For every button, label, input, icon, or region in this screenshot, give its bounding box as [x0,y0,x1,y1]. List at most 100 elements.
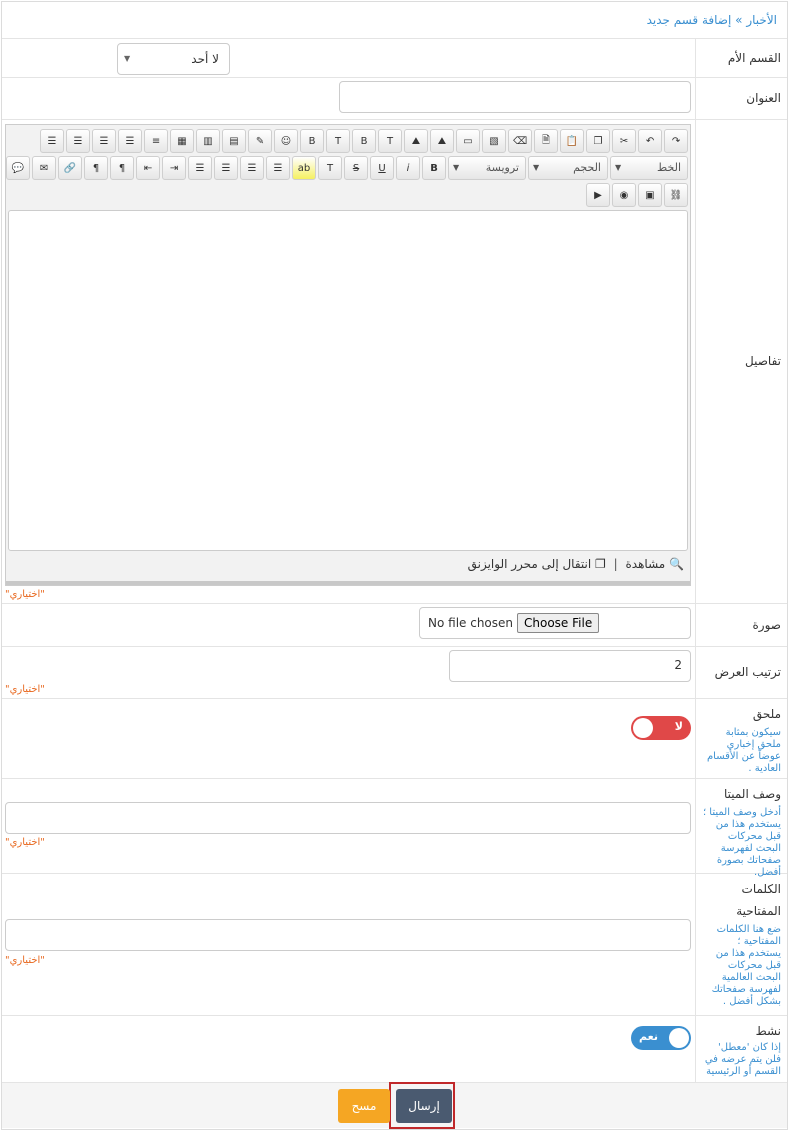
keywords-input[interactable] [5,919,691,951]
meta-optional-text: "اختياري" [5,837,45,848]
gallery-icon[interactable]: ▣ [638,183,662,207]
link-icon[interactable]: 🔗 [58,156,82,180]
title-label: العنوان [746,91,781,105]
ordered-list-icon[interactable]: ≡ [144,129,168,153]
footer-separator: | [613,557,618,571]
clear-button[interactable]: مسح [338,1089,390,1123]
text-down-icon[interactable]: T [326,129,350,153]
email-icon[interactable]: ✉ [32,156,56,180]
highlight-icon[interactable]: ab [292,156,316,180]
order-optional-text: "اختياري" [5,684,45,695]
insert-text-icon[interactable]: T [378,129,402,153]
keywords-optional-text: "اختياري" [5,955,45,966]
chevron-down-icon: ▼ [453,163,460,172]
preview-link[interactable]: مشاهدة [626,557,666,571]
size-select-label: الحجم [573,161,601,174]
unordered-list-icon[interactable]: ☰ [118,129,142,153]
editor-resize-bar[interactable] [6,581,690,585]
number-list-icon[interactable]: ☰ [66,129,90,153]
insert-image-icon[interactable]: ⛰ [404,129,428,153]
display-order-label: ترتيب العرض [714,665,781,679]
image-label: صورة [752,618,781,632]
submit-button[interactable]: إرسال [396,1089,452,1123]
redo-icon[interactable]: ↷ [664,129,688,153]
title-input[interactable] [339,81,691,113]
video-icon[interactable]: ▶ [586,183,610,207]
keywords-label-2: المفتاحية [736,904,781,918]
editor-text-area[interactable] [8,210,688,551]
paste-text-icon[interactable]: 🗎 [534,129,558,153]
parent-section-select[interactable]: لا أحد ▼ [117,43,230,75]
details-label: تفاصيل [745,354,781,368]
attached-toggle[interactable]: لا [631,716,691,740]
active-toggle[interactable]: نعم [631,1026,691,1050]
wysiwyg-link[interactable]: انتقال إلى محرر الوايزنق [468,557,592,571]
breadcrumb-parent-link[interactable]: الأخبار [746,13,777,27]
align-right-icon[interactable]: ☰ [266,156,290,180]
attached-toggle-text: لا [674,720,683,733]
italic-icon[interactable]: i [396,156,420,180]
indent-icon[interactable]: ⇥ [162,156,186,180]
bullet-list-icon[interactable]: ☰ [92,129,116,153]
image-file-input[interactable]: No file chosen Choose File [419,607,691,639]
outdent-icon[interactable]: ⇤ [136,156,160,180]
editor-toolbar-row-3: ⛓ ▣ ◉ ▶ [586,183,688,207]
align-justify-icon[interactable]: ☰ [188,156,212,180]
parent-section-value: لا أحد [191,52,219,66]
camera-icon[interactable]: ◉ [612,183,636,207]
add-section-form: الأخبار » إضافة قسم جديد القسم الأم لا أ… [1,1,788,1130]
submit-button-label: إرسال [408,1099,440,1113]
meta-description-input[interactable] [5,802,691,834]
heading-select-label: ترويسة [485,161,519,174]
font-select[interactable]: الخط ▼ [610,156,688,180]
spellcheck-icon[interactable]: ✎ [248,129,272,153]
search-icon: 🔍 [669,557,684,571]
form-actions: إرسال مسح [2,1082,787,1129]
image-row: صورة No file chosen Choose File [2,604,787,647]
toggle-knob [669,1028,689,1048]
details-optional-note: "اختياري" [5,589,45,600]
bold-icon[interactable]: B [422,156,446,180]
rtl-icon[interactable]: ¶ [84,156,108,180]
underline-icon[interactable]: U [370,156,394,180]
choose-file-button[interactable]: Choose File [517,613,600,633]
ltr-icon[interactable]: ¶ [110,156,134,180]
size-select[interactable]: الحجم ▼ [528,156,608,180]
image-icon[interactable]: ▧ [482,129,506,153]
undo-icon[interactable]: ↶ [638,129,662,153]
cut-icon[interactable]: ✂ [612,129,636,153]
paste-icon[interactable]: 📋 [560,129,584,153]
editor-toolbar-row-2: الخط ▼ الحجم ▼ ترويسة ▼ B i U S T ab ☰ ☰… [6,156,688,180]
heading-select[interactable]: ترويسة ▼ [448,156,526,180]
parent-section-row: القسم الأم لا أحد ▼ [2,39,787,78]
meta-optional-note: "اختياري" [5,837,687,848]
strikethrough-icon[interactable]: S [344,156,368,180]
frame-icon[interactable]: ▭ [456,129,480,153]
display-order-input[interactable]: 2 [449,650,691,682]
code-icon[interactable]: ▤ [222,129,246,153]
alpha-list-icon[interactable]: ☰ [40,129,64,153]
php-icon[interactable]: ▥ [196,129,220,153]
editor-toolbar-row-1: ↷ ↶ ✂ ❐ 📋 🗎 ⌫ ▧ ▭ ⛰ ⛰ T B T B ☺ ✎ ▤ ▥ ▦ … [40,129,688,153]
align-left-icon[interactable]: ☰ [214,156,238,180]
unlink-icon[interactable]: ⛓ [664,183,688,207]
chevron-down-icon: ▼ [124,54,131,63]
copy-icon[interactable]: ❐ [586,129,610,153]
meta-description-help: أدخل وصف الميتا ؛ يستخدم هذا من قبل محرك… [702,807,781,878]
order-optional-note: "اختياري" [5,684,247,695]
comment-icon[interactable]: 💬 [6,156,30,180]
clear-button-label: مسح [351,1099,377,1113]
keywords-help: ضع هنا الكلمات المفتاحية ؛ يستخدم هذا من… [711,924,781,1007]
bbcode-down-icon[interactable]: B [300,129,324,153]
text-color-icon[interactable]: T [318,156,342,180]
eraser-icon[interactable]: ⌫ [508,129,532,153]
align-center-icon[interactable]: ☰ [240,156,264,180]
title-row: العنوان [2,78,787,120]
insert-bbcode-icon[interactable]: B [352,129,376,153]
picture-icon[interactable]: ⛰ [430,129,454,153]
details-row: تفاصيل ↷ ↶ ✂ ❐ 📋 🗎 ⌫ ▧ ▭ ⛰ ⛰ T B T B ☺ ✎… [2,120,787,604]
emoji-icon[interactable]: ☺ [274,129,298,153]
attached-label: ملحق [752,707,781,721]
html-icon[interactable]: ▦ [170,129,194,153]
attached-help: سيكون بمثابة ملحق إخباري عوضاً عن الأقسا… [706,727,781,774]
